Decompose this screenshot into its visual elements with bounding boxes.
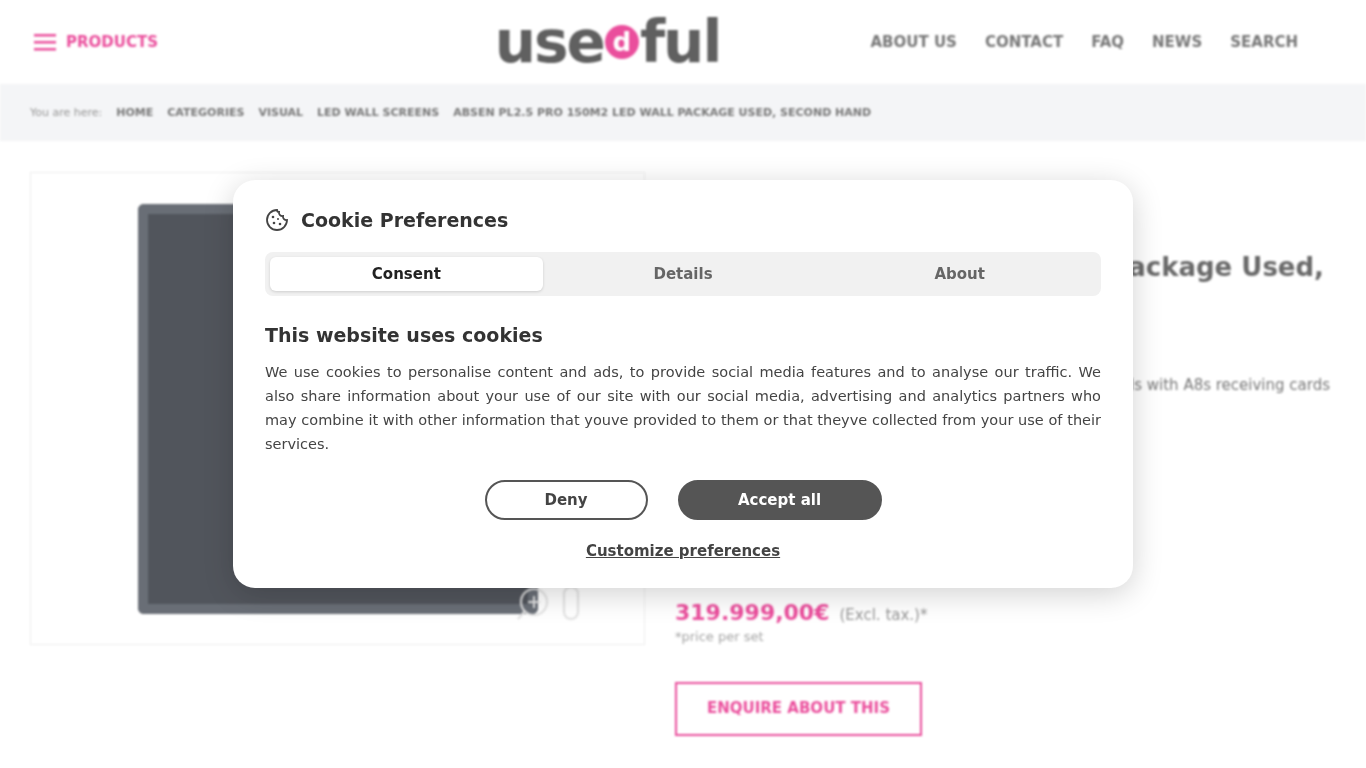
dialog-tab[interactable]: Details: [547, 257, 820, 291]
dialog-tab[interactable]: Consent: [270, 257, 543, 291]
dialog-tab[interactable]: About: [823, 257, 1096, 291]
deny-button[interactable]: Deny: [485, 480, 648, 520]
dialog-buttons: Deny Accept all: [265, 480, 1101, 520]
modal-overlay: Cookie Preferences ConsentDetailsAbout Thi…: [0, 0, 1366, 768]
dialog-title-row: Cookie Preferences: [265, 208, 1101, 232]
dialog-tabs: ConsentDetailsAbout: [265, 252, 1101, 296]
cookie-icon: [265, 208, 289, 232]
accept-all-button[interactable]: Accept all: [678, 480, 882, 520]
dialog-heading: This website uses cookies: [265, 324, 1101, 346]
dialog-text: We use cookies to personalise content an…: [265, 360, 1101, 456]
cookie-dialog: Cookie Preferences ConsentDetailsAbout Thi…: [233, 180, 1133, 588]
dialog-title: Cookie Preferences: [301, 209, 508, 231]
customize-link[interactable]: Customize preferences: [265, 542, 1101, 560]
